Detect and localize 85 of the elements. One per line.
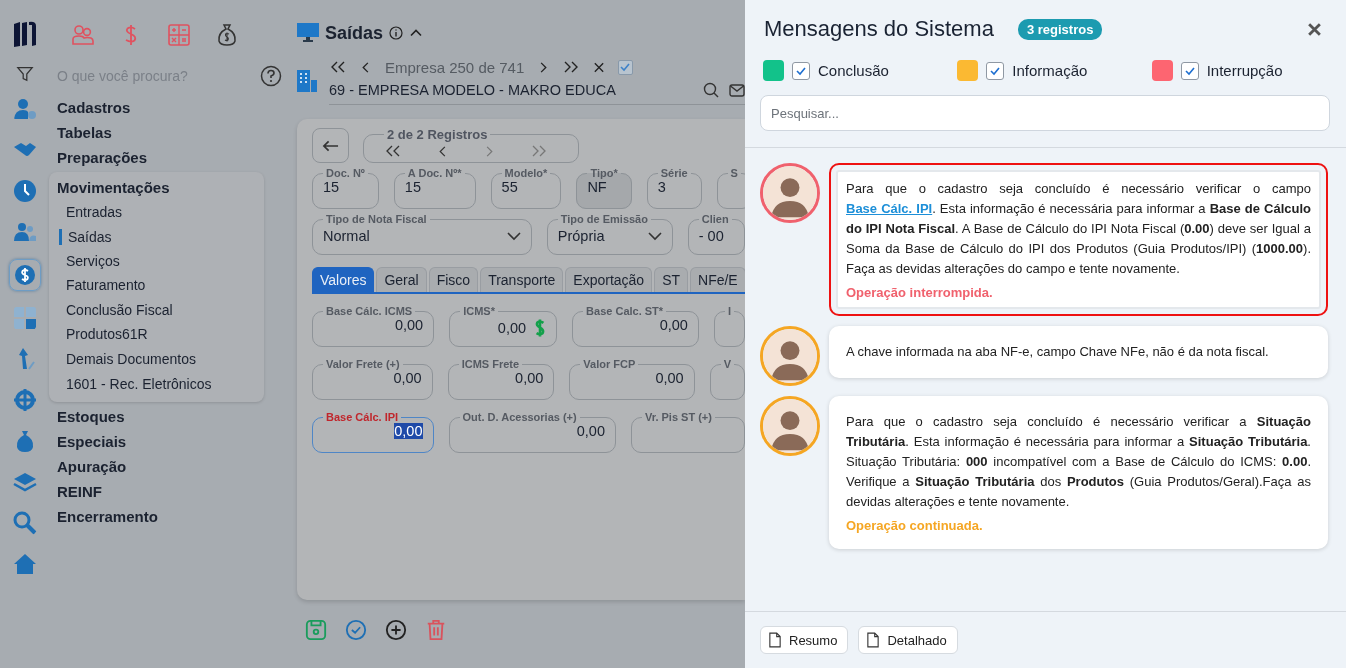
menu-item[interactable]: Encerramento	[57, 504, 282, 530]
text-field[interactable]: A Doc. Nº* 15	[393, 167, 476, 209]
arrow-left-icon	[322, 138, 339, 153]
message-text: Para que o cadastro seja concluído é necessário verificar a Situação Tributária. Esta informação é necessária para informar a Situação Tributária. Situação Tributária: 000 incompatível com a Base de Cálculo do ICMS: 0.00. Verifique a Situação Tributária dos Produtos (Guia Produtos/Geral).Faça as devidas alterações e tente novamente.	[846, 413, 1311, 511]
checkbox[interactable]	[1180, 61, 1199, 80]
back-button[interactable]	[312, 128, 349, 163]
clock-icon[interactable]	[11, 177, 39, 205]
dollar-icon[interactable]	[9, 259, 41, 291]
amount-field[interactable]: Base Cálc. ICMS 0,00	[312, 305, 435, 347]
help-icon[interactable]	[260, 65, 282, 87]
logo-icon	[12, 20, 38, 48]
text-field[interactable]: Modelo* 55	[490, 167, 562, 209]
menu-item[interactable]: REINF	[57, 479, 282, 505]
message-text: A chave informada na aba NF-e, campo Chave NFe, não é da nota fiscal.	[846, 343, 1270, 361]
menu-item[interactable]: Especiais	[57, 429, 282, 455]
amount-field[interactable]: Base Calc. ST* 0,00	[572, 305, 699, 347]
document-icon	[867, 632, 880, 648]
tab[interactable]: Transporte	[480, 267, 564, 292]
amount-field[interactable]: Base Cálc. IPI 0,00	[312, 411, 434, 453]
monitor-icon	[297, 23, 319, 43]
amount-field[interactable]: Valor FCP 0,00	[569, 358, 695, 400]
view-button[interactable]: Detalhado	[858, 626, 958, 654]
page-title: Saídas	[325, 22, 384, 44]
add-icon[interactable]	[385, 619, 407, 641]
select-field[interactable]: Tipo de Nota Fiscal Normal	[312, 213, 532, 255]
mail-icon[interactable]	[729, 82, 745, 98]
close-icon[interactable]	[594, 60, 605, 74]
building-icon	[297, 69, 317, 92]
submenu-item[interactable]: Saídas	[59, 228, 256, 245]
amount-field[interactable]: ICMS* 0,00	[449, 305, 558, 347]
menu-item[interactable]: Cadastros	[57, 95, 282, 120]
chevron-down-icon	[647, 230, 662, 241]
search-field[interactable]: Pesquisar...	[760, 95, 1330, 131]
amount-field[interactable]: ICMS Frete 0,00	[447, 358, 555, 400]
menu-item[interactable]: Preparações	[57, 145, 282, 170]
panel-title: Mensagens do Sistema	[764, 16, 994, 42]
submenu-item[interactable]: Faturamento	[59, 273, 256, 298]
checkbox[interactable]	[618, 59, 634, 75]
previous-icon[interactable]	[438, 144, 448, 158]
filter-label: Interrupção	[1206, 62, 1283, 79]
first-page-icon[interactable]	[384, 144, 402, 158]
text-field[interactable]: Série 3	[646, 167, 702, 209]
submenu-item[interactable]: 1601 - Rec. Eletrônicos	[59, 371, 256, 397]
check-icon[interactable]	[345, 619, 367, 641]
info-icon[interactable]	[389, 26, 404, 40]
count-badge: 3 registros	[1017, 18, 1103, 40]
submenu-item[interactable]: Conclusão Fiscal	[59, 297, 256, 323]
tab[interactable]: Valores	[312, 267, 375, 292]
filter-label: Conclusão	[818, 62, 889, 79]
menu-item[interactable]: Tabelas	[57, 120, 282, 145]
select-field[interactable]: Tipo de Emissão Própria	[546, 213, 673, 255]
submenu-item[interactable]: Produtos61R	[59, 322, 256, 347]
amount-field[interactable]: Valor Frete (+) 0,00	[312, 358, 433, 400]
status-text: Operação continuada.	[846, 518, 984, 533]
tab[interactable]: Exportação	[565, 267, 653, 292]
amount-field[interactable]: Out. D. Acessorias (+) 0,00	[448, 411, 616, 453]
view-button[interactable]: Resumo	[760, 626, 849, 654]
menu-item[interactable]: Estoques	[57, 404, 282, 430]
checkbox[interactable]	[792, 61, 810, 80]
tab[interactable]: Geral	[376, 267, 427, 292]
filter-label: Informação	[1012, 62, 1088, 79]
tab[interactable]: NFe/E	[690, 267, 745, 292]
menu-item[interactable]: Movimentações	[57, 175, 256, 200]
document-icon	[769, 632, 781, 648]
search-icon[interactable]	[703, 82, 719, 98]
filter-icon[interactable]	[16, 65, 34, 83]
company-name: 69 - EMPRESA MODELO - MAKRO EDUCA	[329, 82, 616, 98]
first-page-icon[interactable]	[329, 60, 347, 74]
status-text: Operação interrompida.	[846, 285, 994, 300]
message-text: Para que o cadastro seja concluído é necessário verificar o campo Base Cálc. IPI. Esta informação é necessária para informar a Base de Cálculo do IPI Nota Fiscal. A Base de Cálculo do IPI Nota Fiscal (0.00) deve ser Igual a Soma da Base de Cálculo do IPI dos Produtos (Guia Produtos/IPI) (1000.00). Faça as devidas alterações do campo e tente novamente.	[846, 180, 1311, 278]
submenu-item[interactable]: Serviços	[59, 248, 256, 274]
close-icon[interactable]	[1307, 21, 1322, 37]
tab[interactable]: Fisco	[428, 267, 479, 292]
company-pager: Empresa 250 de 741	[385, 58, 525, 76]
next-icon[interactable]	[538, 60, 549, 74]
previous-icon[interactable]	[361, 60, 371, 74]
checkbox[interactable]	[986, 61, 1005, 80]
records-navigator: 2 de 2 Registros	[363, 127, 579, 163]
menu-item[interactable]: Apuração	[57, 454, 282, 480]
submenu-item[interactable]: Entradas	[59, 200, 256, 225]
tab[interactable]: ST	[654, 267, 689, 292]
text-field[interactable]: Doc. Nº 15	[312, 167, 379, 209]
chevron-down-icon	[506, 230, 521, 241]
submenu-item[interactable]: Demais Documentos	[59, 346, 256, 372]
money-bag-icon[interactable]	[215, 23, 239, 47]
